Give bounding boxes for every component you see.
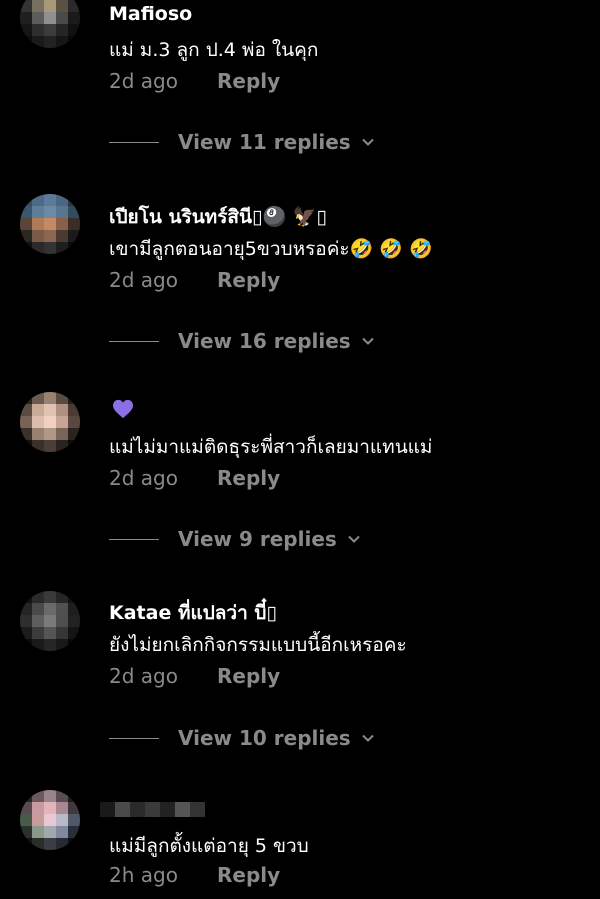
view-replies-button[interactable]: View 16 replies <box>109 326 375 356</box>
avatar[interactable] <box>20 194 80 254</box>
divider <box>109 538 159 540</box>
username[interactable]: Mafioso <box>109 3 192 25</box>
view-replies-button[interactable]: View 9 replies <box>109 524 361 554</box>
chevron-down-icon <box>362 734 374 742</box>
divider <box>109 141 159 143</box>
pixelated-username[interactable] <box>100 802 205 817</box>
comment-text: เขามีลูกตอนอายุ5ขวบหรอค่ะ🤣 🤣 🤣 <box>109 238 433 260</box>
comment-text: ยังไม่ยกเลิกกิจกรรมแบบนี้อีกเหรอคะ <box>109 634 407 656</box>
divider <box>109 737 159 739</box>
comment-meta: 2d ago Reply <box>109 268 280 292</box>
timestamp: 2d ago <box>109 268 178 292</box>
reply-button[interactable]: Reply <box>217 863 280 887</box>
timestamp: 2d ago <box>109 69 178 93</box>
timestamp: 2d ago <box>109 664 178 688</box>
comment-text: แม่ไม่มาแม่ติดธุระพี่สาวก็เลยมาแทนแม่ <box>109 436 433 458</box>
chevron-down-icon <box>348 535 360 543</box>
reply-button[interactable]: Reply <box>217 268 280 292</box>
purple-heart-icon <box>113 399 133 419</box>
comment-meta: 2d ago Reply <box>109 664 280 688</box>
timestamp: 2h ago <box>109 863 178 887</box>
view-replies-label: View 16 replies <box>178 329 351 353</box>
avatar[interactable] <box>20 790 80 850</box>
comment-meta: 2d ago Reply <box>109 69 280 93</box>
comment-text: แม่มีลูกตั้งแต่อายุ 5 ขวบ <box>109 835 309 857</box>
view-replies-label: View 9 replies <box>178 527 337 551</box>
avatar[interactable] <box>20 0 80 48</box>
reply-button[interactable]: Reply <box>217 664 280 688</box>
divider <box>109 340 159 342</box>
username[interactable]: Katae ที่แปลว่า บี๋▯ <box>109 598 277 628</box>
view-replies-button[interactable]: View 10 replies <box>109 723 375 753</box>
view-replies-button[interactable]: View 11 replies <box>109 127 375 157</box>
comment-meta: 2d ago Reply <box>109 466 280 490</box>
username[interactable]: เปียโน นรินทร์สินี▯🎱 🦅▯ <box>109 202 327 232</box>
comment-text: แม่ ม.3 ลูก ป.4 พ่อ ในคุก <box>109 39 319 61</box>
chevron-down-icon <box>362 337 374 345</box>
avatar[interactable] <box>20 591 80 651</box>
reply-button[interactable]: Reply <box>217 466 280 490</box>
reply-button[interactable]: Reply <box>217 69 280 93</box>
chevron-down-icon <box>362 138 374 146</box>
comment-meta: 2h ago Reply <box>109 863 280 887</box>
timestamp: 2d ago <box>109 466 178 490</box>
view-replies-label: View 11 replies <box>178 130 351 154</box>
view-replies-label: View 10 replies <box>178 726 351 750</box>
avatar[interactable] <box>20 392 80 452</box>
